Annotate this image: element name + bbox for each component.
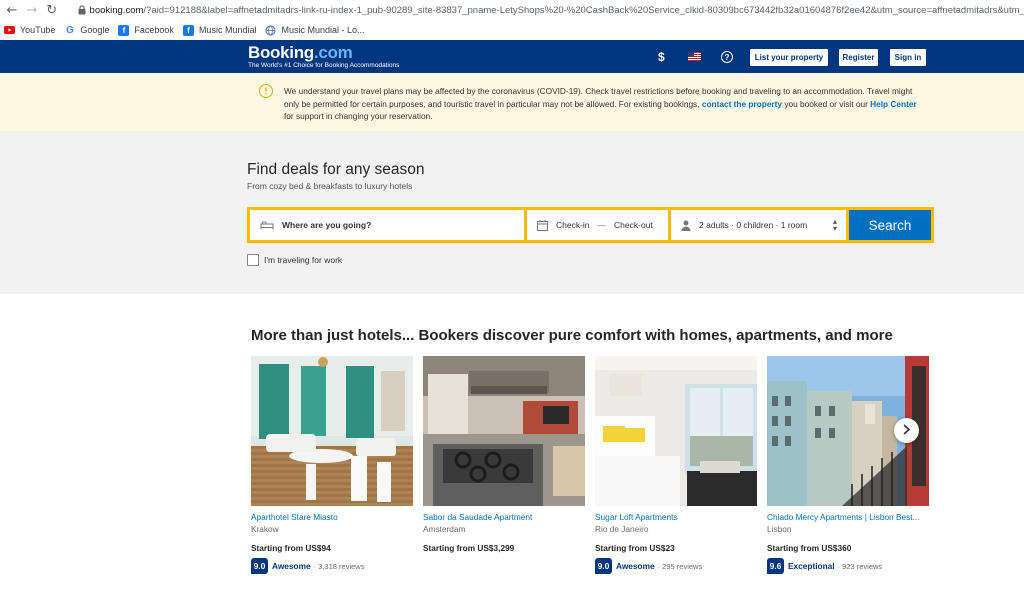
guests-summary: 2 adults · 0 children · 1 room [699,220,808,230]
dates-field[interactable]: Check-in — Check-out [527,210,668,240]
bed-icon [260,220,274,230]
property-rating: 9.0 Awesome · 3,318 reviews [251,558,413,574]
review-score-badge: 9.0 [595,558,612,574]
property-photo[interactable] [595,356,757,506]
currency-selector[interactable]: $ [658,50,665,64]
site-header: Booking.com The World's #1 Choice for Bo… [0,40,1024,73]
review-score-word: Awesome [272,561,311,571]
bookmark-label: YouTube [20,25,56,35]
facebook-icon: f [182,24,194,36]
work-travel-label: I'm traveling for work [264,255,343,265]
destination-field[interactable]: Where are you going? [250,210,524,240]
bookmarks-bar: YouTube G Google f Facebook f Music Mund… [0,20,1024,40]
youtube-icon [4,25,15,36]
register-button[interactable]: Register [838,48,879,67]
property-price: Starting from US$94 [251,543,331,553]
property-name-link[interactable]: Aparthotel Stare Miasto [251,512,413,522]
list-property-button[interactable]: List your property [749,48,829,67]
calendar-icon [537,219,548,231]
facebook-icon: f [118,24,130,36]
work-travel-checkbox[interactable] [247,254,259,266]
person-icon [681,220,691,231]
property-price: Starting from US$3,299 [423,543,515,553]
carousel-next-button[interactable] [894,418,919,443]
url-path: /?aid=912188&label=affnetadmitadrs-link-… [143,4,1024,16]
property-price: Starting from US$23 [595,543,675,553]
destination-placeholder: Where are you going? [282,220,372,230]
bookmark-label: Music Mundial - Lo... [281,25,365,35]
bookmark-label: Music Mundial [198,25,257,35]
property-name-link[interactable]: Sabor da Saudade Apartment [423,512,585,522]
homes-section-title: More than just hotels... Bookers discove… [251,327,893,344]
tagline: The World's #1 Choice for Booking Accomm… [248,62,400,69]
checkout-label: Check-out [614,220,653,230]
updown-chevron-icon: ▴ ▾ [832,217,837,233]
search-subtitle: From cozy bed & breakfasts to luxury hot… [247,181,413,191]
review-count: · 3,318 reviews [313,561,365,571]
booking-logo[interactable]: Booking.com [248,43,353,63]
covid-banner: ! We understand your travel plans may be… [0,73,1024,131]
property-photo[interactable] [251,356,413,506]
property-price: Starting from US$360 [767,543,852,553]
review-score-word: Awesome [616,561,655,571]
checkin-label: Check-in [556,220,590,230]
lock-icon [74,0,90,20]
contact-property-link[interactable]: contact the property [702,99,782,109]
forward-arrow-icon[interactable]: → [22,0,42,20]
banner-text: We understand your travel plans may be a… [284,86,917,121]
property-city: Lisbon [767,524,792,534]
search-section: Find deals for any season From cozy bed … [0,131,1024,294]
dates-separator: — [597,220,607,230]
review-score-badge: 9.6 [767,558,784,574]
search-box: Where are you going? Check-in — Check-ou… [247,207,934,243]
property-city: Amsterdam [423,524,466,534]
globe-icon [265,24,277,36]
property-name-link[interactable]: Chiado Mercy Apartments | Lisbon Best... [767,512,929,522]
property-card[interactable]: Chiado Mercy Apartments | Lisbon Best...… [767,356,929,574]
review-score-badge: 9.0 [251,558,268,574]
info-clock-icon: ! [259,84,273,98]
work-travel-option[interactable]: I'm traveling for work [247,254,342,266]
review-count: · 923 reviews [837,561,883,571]
reload-icon[interactable]: ↻ [42,0,62,20]
property-rating: 9.0 Awesome · 295 reviews [595,558,757,574]
bookmark-youtube[interactable]: YouTube [4,25,55,36]
bookmark-music-mundial-lo[interactable]: Music Mundial - Lo... [265,24,365,36]
logo-dot-com: .com [313,43,353,62]
review-score-word: Exceptional [788,561,835,571]
browser-address-bar: ← → ↻ booking.com/?aid=912188&label=affn… [0,0,1024,20]
property-city: Rio de Janeiro [595,524,649,534]
sign-in-button[interactable]: Sign in [889,48,927,67]
search-title: Find deals for any season [247,161,425,178]
search-button[interactable]: Search [849,210,931,240]
help-icon[interactable]: ? [721,51,733,63]
logo-text: Booking [248,43,314,62]
property-card[interactable]: Sugar Loft Apartments Rio de Janeiro Sta… [595,356,757,574]
review-count: · 295 reviews [657,561,703,571]
property-card[interactable]: Aparthotel Stare Miasto Krakow Starting … [251,356,413,574]
back-arrow-icon[interactable]: ← [2,0,22,20]
guests-field[interactable]: 2 adults · 0 children · 1 room ▴ ▾ [671,210,846,240]
property-photo[interactable] [423,356,585,506]
property-card[interactable]: Sabor da Saudade Apartment Amsterdam Sta… [423,356,585,553]
property-city: Krakow [251,524,279,534]
property-name-link[interactable]: Sugar Loft Apartments [595,512,757,522]
bookmark-music-mundial[interactable]: f Music Mundial [182,24,257,36]
help-center-link[interactable]: Help Center [870,99,917,109]
url-field[interactable]: booking.com/?aid=912188&label=affnetadmi… [90,5,1024,16]
bookmark-google[interactable]: G Google [64,25,109,36]
us-flag-icon[interactable] [688,52,701,61]
google-icon: G [65,24,74,36]
bookmark-label: Facebook [134,25,174,35]
bookmark-label: Google [80,25,110,35]
property-rating: 9.6 Exceptional · 923 reviews [767,558,929,574]
url-host: booking.com [89,4,144,16]
chevron-right-icon [902,423,911,438]
bookmark-facebook[interactable]: f Facebook [118,24,174,36]
